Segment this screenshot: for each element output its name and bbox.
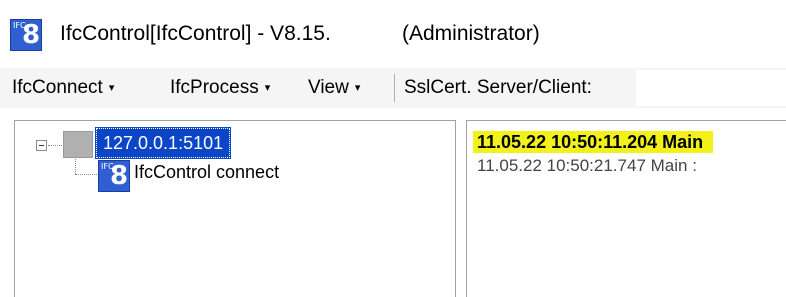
collapse-toggle-icon[interactable]: [36, 140, 47, 151]
chevron-down-icon: ▾: [264, 82, 271, 94]
menu-view[interactable]: View ▾: [308, 74, 360, 102]
log-line: 11.05.22 10:50:21.747 Main :: [477, 156, 697, 175]
menu-view-label: View: [308, 77, 349, 98]
menu-ifcprocess-label: IfcProcess: [170, 77, 259, 98]
chevron-down-icon: ▾: [354, 82, 361, 94]
chevron-down-icon: ▾: [108, 82, 115, 94]
sslcert-label: SslCert. Server/Client:: [404, 77, 592, 98]
menu-ifcconnect-label: IfcConnect: [12, 77, 103, 98]
server-node-icon: [63, 131, 93, 158]
window-role: (Administrator): [402, 22, 540, 45]
tree-connector: [48, 145, 62, 146]
menu-ifcconnect[interactable]: IfcConnect ▾: [12, 74, 114, 102]
log-line-highlighted: 11.05.22 10:50:11.204 Main: [473, 131, 714, 153]
app-logo-icon: IFC 8: [98, 160, 130, 192]
tree-node-root[interactable]: 127.0.0.1:5101: [94, 127, 232, 159]
log-panel[interactable]: 11.05.22 10:50:11.204 Main 11.05.22 10:5…: [466, 120, 786, 297]
menu-ifcprocess[interactable]: IfcProcess ▾: [170, 74, 270, 102]
app-logo-icon: IFC 8: [10, 19, 42, 51]
tree-connector: [75, 174, 97, 175]
window-title: IfcControl[IfcControl] - V8.15.: [60, 22, 331, 45]
title-bar: IFC 8 IfcControl[IfcControl] - V8.15. (Ad…: [0, 0, 786, 68]
sslcert-field[interactable]: [636, 70, 786, 106]
tree-node-child[interactable]: IfcControl connect: [134, 158, 279, 186]
menu-separator: [394, 74, 395, 102]
